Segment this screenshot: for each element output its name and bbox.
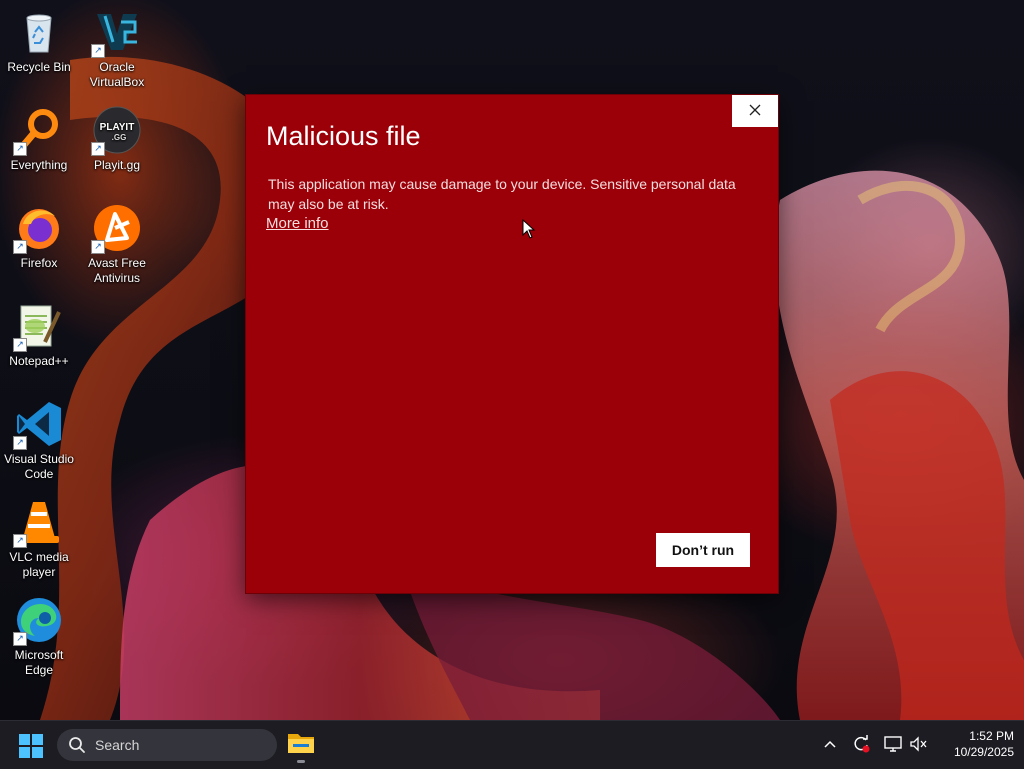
shortcut-arrow-icon: ↗ [13,632,27,646]
desktop-icon-vscode[interactable]: ↗ Visual Studio Code [0,400,78,482]
desktop-icon-avast[interactable]: ↗ Avast Free Antivirus [78,204,156,286]
desktop-icon-recycle-bin[interactable]: Recycle Bin [0,8,78,75]
sync-icon [854,735,870,753]
desktop-icon-everything[interactable]: ↗ Everything [0,106,78,173]
mouse-pointer-icon [522,218,536,244]
desktop-icon-label: Everything [10,158,68,172]
desktop-icon-label: Playit.gg [93,158,141,172]
more-info-link[interactable]: More info [266,215,329,232]
vlc-icon: ↗ [13,498,63,548]
taskbar: Search 1:52 PM 10/29/2025 [0,720,1024,769]
playit-logo-sub: .GG [112,133,127,142]
playit-logo-text: PLAYIT [100,122,135,133]
display-icon [884,736,902,752]
everything-icon: ↗ [13,106,63,156]
windows-logo-icon [19,734,43,758]
desktop-icon-edge[interactable]: ↗ Microsoft Edge [0,596,78,678]
desktop-icon-notepadpp[interactable]: ↗ Notepad++ [0,302,78,369]
taskbar-clock[interactable]: 1:52 PM 10/29/2025 [934,728,1014,760]
taskbar-search-box[interactable]: Search [57,729,277,761]
show-hidden-icons-button[interactable] [818,731,842,757]
start-button[interactable] [18,733,44,759]
search-icon [69,737,85,753]
desktop-icon-label: Oracle VirtualBox [89,60,145,89]
firefox-icon: ↗ [13,204,63,254]
shortcut-arrow-icon: ↗ [91,240,105,254]
clock-date: 10/29/2025 [953,745,1014,759]
clock-time: 1:52 PM [969,729,1014,743]
sync-status-button[interactable] [849,731,873,757]
volume-muted-icon [910,736,927,752]
dialog-message: This application may cause damage to you… [268,176,736,212]
desktop-icon-label: Firefox [20,256,58,270]
desktop-icon-firefox[interactable]: ↗ Firefox [0,204,78,271]
dialog-title: Malicious file [266,121,421,151]
shortcut-arrow-icon: ↗ [13,240,27,254]
shortcut-arrow-icon: ↗ [13,338,27,352]
folder-icon [288,734,314,753]
desktop-icon-label: Visual Studio Code [4,452,74,481]
shortcut-arrow-icon: ↗ [91,44,105,58]
close-icon [749,104,761,119]
search-placeholder: Search [95,737,140,753]
dont-run-button[interactable]: Don’t run [656,533,750,567]
desktop-icon-label: Avast Free Antivirus [88,256,146,285]
network-button[interactable] [881,731,905,757]
shortcut-arrow-icon: ↗ [91,142,105,156]
avast-icon: ↗ [91,204,141,254]
desktop-icon-vlc[interactable]: ↗ VLC media player [0,498,78,580]
chevron-up-icon [824,740,836,748]
virtualbox-icon: ↗ [91,8,141,58]
shortcut-arrow-icon: ↗ [13,436,27,450]
notepadpp-icon: ↗ [13,302,63,352]
shortcut-arrow-icon: ↗ [13,534,27,548]
recycle-bin-icon [15,8,63,56]
edge-icon: ↗ [13,596,63,646]
malicious-file-dialog: Malicious file This application may caus… [246,95,778,593]
desktop-icon-label: Notepad++ [9,354,69,368]
running-indicator [297,760,305,763]
volume-button[interactable] [907,731,931,757]
desktop-icon-oracle-virtualbox[interactable]: ↗ Oracle VirtualBox [78,8,156,90]
desktop-icon-label: VLC media player [9,550,69,579]
playit-icon: PLAYIT .GG ↗ [91,106,141,156]
close-button[interactable] [732,95,778,127]
shortcut-arrow-icon: ↗ [13,142,27,156]
vscode-icon: ↗ [13,400,63,450]
desktop-icon-label: Microsoft Edge [14,648,64,677]
desktop-icon-label: Recycle Bin [7,60,71,74]
taskbar-file-explorer[interactable] [285,727,317,763]
desktop-icon-playit[interactable]: PLAYIT .GG ↗ Playit.gg [78,106,156,173]
